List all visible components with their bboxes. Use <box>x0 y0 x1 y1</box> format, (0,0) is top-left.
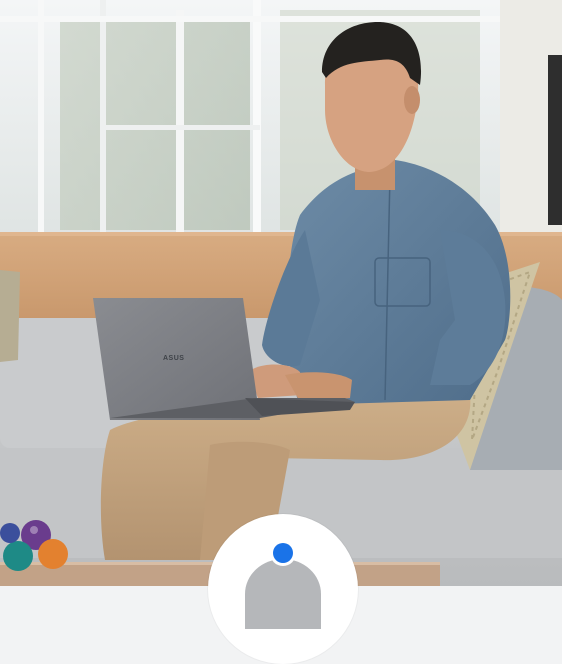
hero-photo: ASUS <box>0 0 562 586</box>
laptop-logo: ASUS <box>163 355 184 362</box>
user-avatar-icon <box>273 543 293 563</box>
teal-ball <box>3 541 33 571</box>
avatar-body-shape <box>245 559 321 629</box>
orange-ball <box>38 539 68 569</box>
blue-ball <box>0 523 20 543</box>
user-avatar-badge[interactable] <box>208 514 358 664</box>
